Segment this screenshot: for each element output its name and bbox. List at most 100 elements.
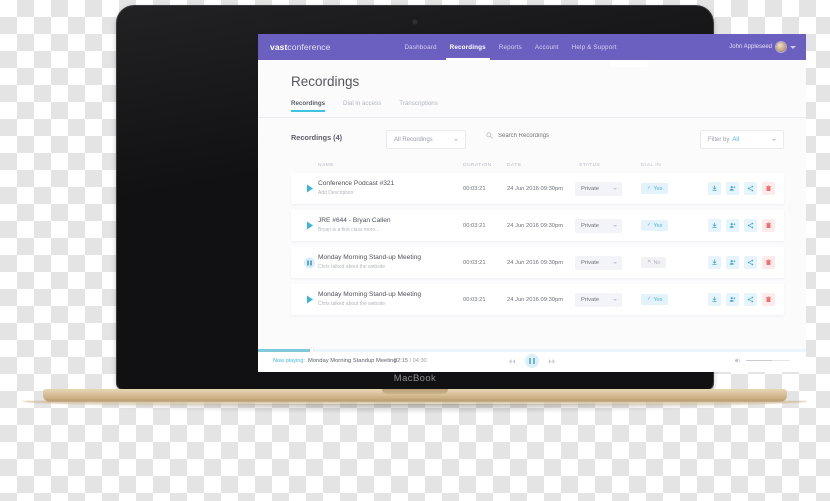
share-icon[interactable] — [744, 256, 757, 269]
recording-description[interactable]: Bryan is a first class moro... — [318, 227, 391, 233]
status-value: Private — [581, 222, 600, 229]
download-icon[interactable] — [708, 219, 721, 232]
now-playing-label: Now playing: — [273, 358, 306, 364]
recording-date: 24 Jun 2016 09:30pm — [507, 296, 564, 303]
download-icon[interactable] — [708, 256, 721, 269]
filter-by-label: Filter by — [708, 136, 730, 143]
column-header-status: STATUS — [579, 162, 601, 168]
fast-forward-icon[interactable] — [548, 358, 556, 365]
chevron-down-icon — [772, 138, 776, 141]
volume-slider[interactable] — [746, 359, 790, 362]
column-header-name: NAME — [318, 162, 334, 168]
search-icon — [486, 132, 493, 139]
top-navigation-bar: vastconference Dashboard Recordings Repo… — [258, 34, 806, 60]
table-header: NAME DURATION DATE STATUS DIAL IN — [291, 158, 784, 172]
column-header-date: DATE — [507, 162, 522, 168]
delete-icon[interactable] — [762, 293, 775, 306]
table-row[interactable]: Monday Morning Stand-up Meeting Chris ta… — [291, 284, 784, 315]
recording-name-cell: Conference Podcast #321 Add Description — [318, 180, 394, 196]
chevron-down-icon — [790, 45, 796, 49]
nav-item-reports[interactable]: Reports — [499, 34, 522, 60]
macbook-wordmark: MacBook — [393, 373, 437, 384]
tab-transcriptions[interactable]: Transcriptions — [399, 100, 438, 112]
delete-icon[interactable] — [762, 256, 775, 269]
share-icon[interactable] — [744, 182, 757, 195]
dial-in-cell: ✕ No — [641, 257, 667, 268]
dial-in-value: No — [653, 259, 661, 266]
progress-fill — [258, 349, 311, 352]
recordings-list: Conference Podcast #321 Add Description … — [291, 173, 784, 321]
pause-button[interactable] — [525, 354, 539, 368]
sub-tabs: Recordings Dial in access Transcriptions — [291, 100, 438, 112]
rewind-icon[interactable] — [508, 358, 516, 365]
recording-date: 24 Jun 2016 09:30pm — [507, 222, 564, 229]
recording-duration: 00:03:21 — [463, 185, 486, 192]
tab-dial-in-access[interactable]: Dial in access — [343, 100, 381, 112]
active-nav-indicator — [610, 60, 648, 67]
play-button[interactable] — [304, 183, 315, 194]
volume-fill — [746, 359, 772, 362]
recording-title: Monday Morning Stand-up Meeting — [318, 254, 421, 261]
add-user-icon[interactable] — [726, 182, 739, 195]
user-menu[interactable]: John Appleseed — [729, 42, 796, 52]
status-select[interactable]: Private — [575, 292, 622, 307]
download-icon[interactable] — [708, 293, 721, 306]
row-actions — [708, 219, 775, 232]
table-row[interactable]: JRE #644 - Bryan Callen Bryan is a first… — [291, 210, 784, 241]
status-select[interactable]: Private — [575, 181, 622, 196]
download-icon[interactable] — [708, 182, 721, 195]
tab-recordings[interactable]: Recordings — [291, 100, 326, 112]
add-user-icon[interactable] — [726, 219, 739, 232]
base-notch — [382, 389, 448, 394]
search-box[interactable] — [486, 132, 584, 139]
nav-item-recordings[interactable]: Recordings — [445, 34, 490, 60]
table-row[interactable]: Monday Morning Stand-up Meeting Chris ta… — [291, 247, 784, 278]
nav-item-help-support[interactable]: Help & Support — [572, 34, 617, 60]
check-icon: ✓ — [647, 184, 652, 191]
page-title: Recordings — [291, 74, 360, 89]
pause-button[interactable] — [304, 257, 315, 268]
row-actions — [708, 293, 775, 306]
status-badge: ✕ No — [641, 257, 667, 268]
progress-handle[interactable] — [310, 348, 314, 353]
recordings-filter-value: All Recordings — [394, 136, 433, 143]
macbook-mockup: MacBook vastconference Dashboard Recordi… — [0, 0, 830, 501]
recordings-toolbar: Recordings (4) All Recordings Filter — [291, 129, 784, 149]
volume-control[interactable] — [734, 357, 790, 364]
recording-date: 24 Jun 2016 09:30pm — [507, 259, 564, 266]
playback-controls — [508, 354, 556, 368]
status-select[interactable]: Private — [575, 218, 622, 233]
audio-player-bar: Now playing: Monday Morning Standup Meet… — [258, 348, 806, 372]
status-value: Private — [581, 296, 600, 303]
nav-item-account[interactable]: Account — [535, 34, 559, 60]
recording-description[interactable]: Chris talked about the website — [318, 264, 421, 270]
nav-item-dashboard[interactable]: Dashboard — [404, 34, 436, 60]
add-user-icon[interactable] — [726, 256, 739, 269]
chevron-down-icon — [613, 298, 617, 301]
filter-by-value: All — [732, 136, 740, 143]
play-button[interactable] — [304, 220, 315, 231]
recording-description[interactable]: Add Description — [318, 190, 394, 196]
add-user-icon[interactable] — [726, 293, 739, 306]
play-icon — [306, 184, 313, 193]
recording-name-cell: Monday Morning Stand-up Meeting Chris ta… — [318, 291, 421, 307]
search-input[interactable] — [498, 132, 584, 139]
share-icon[interactable] — [744, 293, 757, 306]
delete-icon[interactable] — [762, 182, 775, 195]
status-value: Private — [581, 259, 600, 266]
playback-progress-bar[interactable] — [258, 348, 806, 353]
play-button[interactable] — [304, 294, 315, 305]
check-icon: ✓ — [647, 221, 652, 228]
screen: vastconference Dashboard Recordings Repo… — [258, 34, 806, 372]
recording-name-cell: Monday Morning Stand-up Meeting Chris ta… — [318, 254, 421, 270]
recordings-filter-select[interactable]: All Recordings — [386, 130, 466, 149]
table-row[interactable]: Conference Podcast #321 Add Description … — [291, 173, 784, 204]
filter-by-select[interactable]: Filter by All — [700, 130, 784, 149]
status-select[interactable]: Private — [575, 255, 622, 270]
chevron-down-icon — [454, 138, 458, 141]
recording-description[interactable]: Chris talked about the website — [318, 301, 421, 307]
share-icon[interactable] — [744, 219, 757, 232]
delete-icon[interactable] — [762, 219, 775, 232]
column-header-dial-in: DIAL IN — [641, 162, 662, 168]
brand-logo[interactable]: vastconference — [270, 42, 330, 52]
